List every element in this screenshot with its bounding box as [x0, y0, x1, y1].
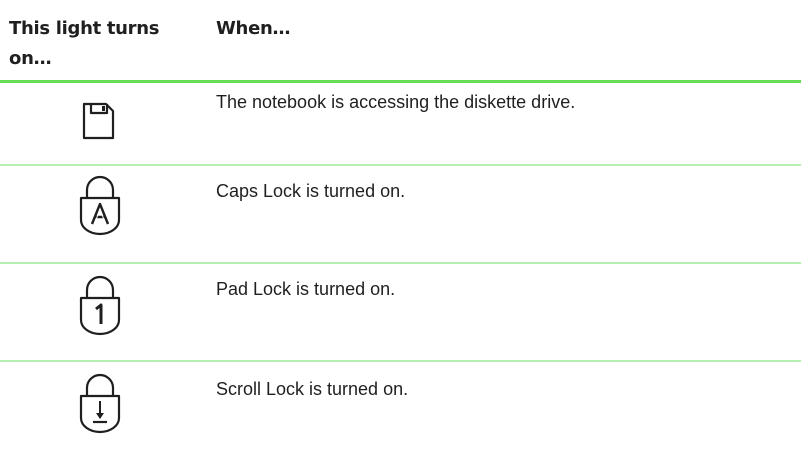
row-description: Pad Lock is turned on.	[216, 279, 396, 299]
diskette-drive-icon	[78, 101, 138, 161]
table-row: Caps Lock is turned on.	[0, 166, 801, 262]
column-header-when: When…	[216, 18, 291, 39]
caps-lock-icon	[75, 174, 135, 236]
scroll-lock-icon	[75, 372, 135, 434]
row-description: The notebook is accessing the diskette d…	[216, 92, 576, 112]
column-header-light: This light turns on…	[9, 18, 160, 69]
pad-lock-icon	[75, 274, 135, 336]
table-row: Pad Lock is turned on.	[0, 264, 801, 360]
row-description: Scroll Lock is turned on.	[216, 379, 409, 399]
table-header: This light turns on… When…	[0, 0, 801, 82]
table-row: Scroll Lock is turned on.	[0, 362, 801, 459]
row-description: Caps Lock is turned on.	[216, 181, 406, 201]
table-row: The notebook is accessing the diskette d…	[0, 83, 801, 165]
